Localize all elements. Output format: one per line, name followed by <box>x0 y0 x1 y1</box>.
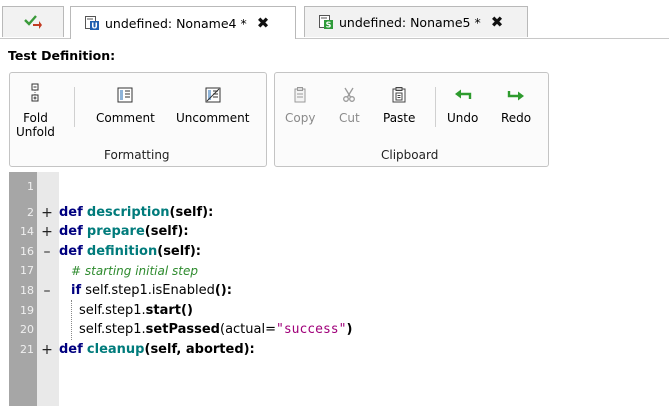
paste-icon <box>392 79 406 111</box>
code-line: 21 + def cleanup(self, aborted): <box>9 341 669 359</box>
uncomment-label: Uncomment <box>176 111 250 125</box>
code-line: 18 – if self.step1.isEnabled(): <box>9 282 669 300</box>
fold-label: Fold <box>23 111 48 125</box>
svg-text:S: S <box>326 21 332 30</box>
line-number: 21 <box>20 343 34 356</box>
comment-label: Comment <box>96 111 155 125</box>
separator <box>435 87 436 127</box>
ribbon-group-clipboard: Copy Cut Paste Undo Redo Clipboard <box>274 72 549 167</box>
separator <box>74 87 75 127</box>
uncomment-icon <box>205 79 221 111</box>
code-text: def cleanup(self, aborted): <box>59 342 255 357</box>
comment-button[interactable]: Comment <box>96 79 155 125</box>
code-line: 1 <box>9 178 669 196</box>
tab-home[interactable] <box>2 6 64 37</box>
code-line: 17 # starting initial step <box>9 262 669 280</box>
line-number: 2 <box>27 206 34 219</box>
code-text: def definition(self): <box>59 244 201 259</box>
code-line: 19 self.step1.start() <box>9 302 669 320</box>
code-line: 16 – def definition(self): <box>9 243 669 261</box>
fold-toggle[interactable]: – <box>40 243 54 261</box>
tab-label: undefined: Noname4 * <box>105 15 247 31</box>
tab-noname5[interactable]: S undefined: Noname5 * ✖ <box>304 6 528 37</box>
redo-button[interactable]: Redo <box>501 79 531 125</box>
uncomment-button[interactable]: Uncomment <box>176 79 249 125</box>
copy-label: Copy <box>285 111 316 125</box>
redo-label: Redo <box>501 111 532 125</box>
fold-toggle[interactable]: – <box>40 282 54 300</box>
tab-label: undefined: Noname5 * <box>339 14 481 30</box>
section-title: Test Definition: <box>8 48 116 63</box>
close-icon[interactable]: ✖ <box>257 14 270 32</box>
cut-button[interactable]: Cut <box>339 79 360 125</box>
redo-icon <box>507 79 525 111</box>
undo-label: Undo <box>447 111 479 125</box>
fold-unfold-button[interactable]: Fold Unfold <box>16 79 55 139</box>
svg-text:U: U <box>91 22 98 31</box>
fold-icon <box>28 79 42 111</box>
copy-icon <box>293 79 307 111</box>
formatting-group-label: Formatting <box>104 148 170 162</box>
comment-icon <box>117 79 133 111</box>
check-arrow-icon <box>23 13 43 32</box>
clipboard-group-label: Clipboard <box>381 148 439 162</box>
tab-noname4[interactable]: U undefined: Noname4 * ✖ <box>70 6 296 39</box>
close-icon[interactable]: ✖ <box>491 13 504 31</box>
test-suite-icon: S <box>319 15 333 30</box>
code-comment: # starting initial step <box>71 264 198 278</box>
code-editor[interactable]: 1 2 + def description(self): 14 + def pr… <box>9 172 669 406</box>
test-unit-icon: U <box>85 16 99 31</box>
code-line: 14 + def prepare(self): <box>9 223 669 241</box>
cut-label: Cut <box>339 111 360 125</box>
copy-button[interactable]: Copy <box>285 79 315 125</box>
unfold-label: Unfold <box>16 125 55 139</box>
undo-icon <box>454 79 472 111</box>
paste-label: Paste <box>383 111 416 125</box>
line-number: 14 <box>20 225 34 238</box>
scissors-icon <box>342 79 356 111</box>
code-text: self.step1.setPassed(actual="success") <box>79 322 353 337</box>
code-text: self.step1.start() <box>79 303 193 318</box>
line-number: 20 <box>20 323 34 336</box>
line-number: 19 <box>20 304 34 317</box>
code-text: def prepare(self): <box>59 224 189 239</box>
code-line: 2 + def description(self): <box>9 204 669 222</box>
code-text: def description(self): <box>59 205 214 220</box>
ribbon-group-formatting: Fold Unfold Comment Uncomment Formatting <box>9 72 267 167</box>
line-number: 18 <box>20 284 34 297</box>
fold-toggle[interactable]: + <box>40 223 54 241</box>
line-number: 17 <box>20 264 34 277</box>
code-line: 20 self.step1.setPassed(actual="success"… <box>9 321 669 339</box>
undo-button[interactable]: Undo <box>447 79 478 125</box>
tab-bar: U undefined: Noname4 * ✖ S undefined: No… <box>0 0 669 39</box>
fold-toggle[interactable]: + <box>40 204 54 222</box>
line-number: 1 <box>27 180 34 193</box>
code-text: if self.step1.isEnabled(): <box>71 283 232 298</box>
paste-button[interactable]: Paste <box>383 79 415 125</box>
line-number: 16 <box>20 245 34 258</box>
fold-toggle[interactable]: + <box>40 341 54 359</box>
